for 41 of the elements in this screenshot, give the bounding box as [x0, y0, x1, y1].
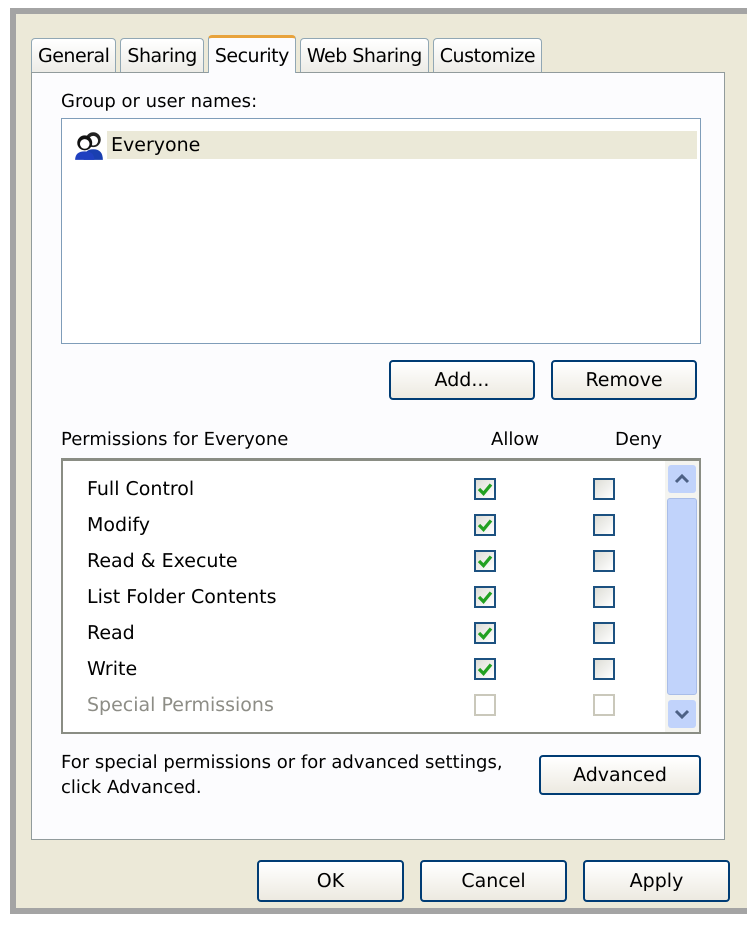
deny-checkbox[interactable]: [593, 622, 615, 644]
group-label: Group or user names:: [61, 91, 258, 112]
allow-checkbox[interactable]: [474, 586, 496, 608]
advanced-button[interactable]: Advanced: [539, 755, 701, 795]
permission-name: Read: [87, 622, 136, 644]
permission-name: List Folder Contents: [87, 586, 278, 608]
deny-checkbox[interactable]: [593, 658, 615, 680]
users-icon: [73, 129, 105, 161]
advanced-hint: For special permissions or for advanced settings, click Advanced.: [61, 751, 504, 800]
dialog-button[interactable]: OK: [257, 860, 404, 902]
deny-checkbox[interactable]: [593, 478, 615, 500]
tab[interactable]: Web Sharing: [300, 38, 429, 72]
permission-name: Read & Execute: [87, 550, 239, 572]
tab[interactable]: Customize: [432, 38, 542, 72]
permission-name: Write: [87, 658, 138, 680]
tab[interactable]: General: [31, 38, 116, 72]
tab[interactable]: Sharing: [120, 38, 204, 72]
allow-checkbox[interactable]: [474, 514, 496, 536]
dialog-button[interactable]: Add...: [389, 360, 535, 400]
dialog-button[interactable]: Apply: [583, 860, 730, 902]
allow-checkbox[interactable]: [474, 622, 496, 644]
permission-name: Modify: [87, 514, 151, 536]
scroll-down-icon[interactable]: [667, 699, 697, 729]
permission-name: Full Control: [87, 478, 196, 500]
allow-checkbox[interactable]: [474, 478, 496, 500]
permissions-label: Permissions for Everyone: [61, 428, 290, 450]
tab[interactable]: Security: [208, 35, 296, 73]
allow-checkbox[interactable]: [474, 550, 496, 572]
deny-checkbox[interactable]: [593, 550, 615, 572]
dialog-button[interactable]: Remove: [551, 360, 697, 400]
column-header: Allow: [491, 428, 540, 450]
allow-checkbox[interactable]: [474, 658, 496, 680]
deny-checkbox[interactable]: [593, 514, 615, 536]
deny-checkbox[interactable]: [593, 586, 615, 608]
scrollbar[interactable]: [665, 461, 699, 732]
scroll-up-icon[interactable]: [667, 464, 697, 494]
column-header: Deny: [615, 428, 663, 450]
dialog-button[interactable]: Cancel: [420, 860, 567, 902]
scroll-thumb[interactable]: [667, 498, 697, 695]
user-item[interactable]: Everyone: [107, 131, 697, 159]
permission-name: Special Permissions: [87, 694, 275, 716]
